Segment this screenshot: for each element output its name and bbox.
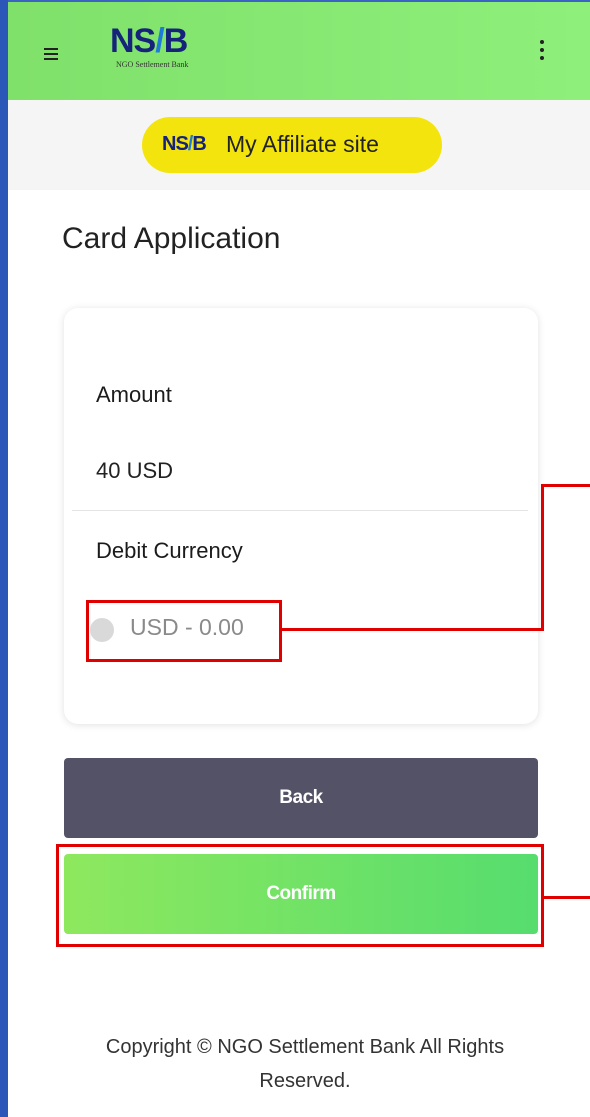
callout-line-confirm [542,896,590,899]
logo-mark-ns: NS [110,22,156,60]
page-title: Card Application [62,222,281,255]
callout-line-currency-v [541,484,544,631]
callout-line-currency-h [280,628,544,631]
amount-value: 40 USD [96,458,174,483]
confirm-highlight-box [56,844,544,947]
card-divider [72,510,528,511]
currency-highlight-box [86,600,282,662]
callout-line-currency-top [541,484,590,487]
affiliate-label: My Affiliate site [226,131,379,157]
app-frame: NS/B NGO Settlement Bank NS/B My Affilia… [8,0,590,1117]
ngo-settlement-bank-logo[interactable]: NS/B NGO Settlement Bank [110,24,230,82]
amount-label: Amount [96,382,172,407]
kebab-icon[interactable] [540,40,544,64]
footer-line-2: Reserved. [259,1070,351,1092]
debit-currency-label: Debit Currency [96,538,243,563]
footer-line-1: Copyright © NGO Settlement Bank All Righ… [105,1036,505,1058]
hamburger-icon[interactable] [44,48,60,60]
affiliate-logo-icon: NS/B [162,133,207,155]
footer-copyright: Copyright © NGO Settlement Bank All Righ… [40,1030,570,1098]
my-affiliate-site-button[interactable]: NS/B My Affiliate site [142,117,442,173]
back-button[interactable]: Back [64,758,538,838]
logo-subtitle: NGO Settlement Bank [116,60,189,69]
top-bar: NS/B NGO Settlement Bank [8,0,590,102]
logo-mark-b: B [163,22,189,60]
